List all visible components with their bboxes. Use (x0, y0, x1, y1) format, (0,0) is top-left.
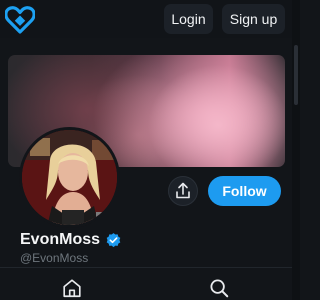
follow-button[interactable]: Follow (208, 176, 281, 206)
profile-handle: @EvonMoss (20, 251, 89, 265)
avatar-photo (22, 130, 117, 225)
top-bar: Login Sign up (0, 0, 300, 38)
avatar[interactable] (19, 127, 120, 228)
bottom-nav-divider (0, 267, 292, 268)
display-name: EvonMoss (20, 231, 101, 248)
profile-name-row: EvonMoss (20, 229, 122, 251)
share-button[interactable] (168, 176, 198, 206)
scrollbar-thumb[interactable] (294, 45, 298, 105)
search-icon[interactable] (208, 277, 230, 299)
verified-badge-icon (106, 232, 121, 247)
share-icon (176, 182, 190, 199)
heart-logo-icon[interactable] (5, 5, 35, 35)
login-button[interactable]: Login (164, 4, 213, 34)
home-icon[interactable] (61, 277, 83, 299)
signup-button[interactable]: Sign up (222, 4, 285, 34)
